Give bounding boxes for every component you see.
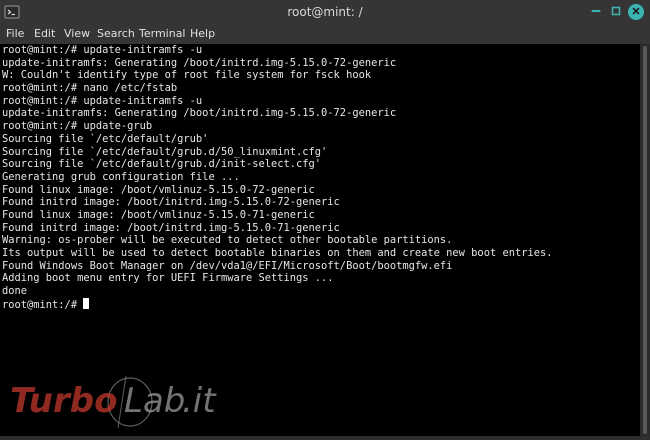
terminal-prompt: root@mint:/# xyxy=(2,298,84,311)
close-icon xyxy=(631,5,641,19)
menu-bar: File Edit View Search Terminal Help xyxy=(0,24,650,44)
terminal-line: Its output will be used to detect bootab… xyxy=(2,247,553,259)
terminal-line: Found initrd image: /boot/initrd.img-5.1… xyxy=(2,196,340,209)
close-button[interactable] xyxy=(628,4,644,20)
terminal-line: root@mint:/# update-initramfs -u xyxy=(2,44,203,56)
terminal-line: Found initrd image: /boot/initrd.img-5.1… xyxy=(2,221,340,234)
text-cursor xyxy=(83,297,90,309)
window-bottom-edge xyxy=(0,436,650,440)
menu-search[interactable]: Search xyxy=(97,27,135,40)
watermark-text-tld: .it xyxy=(182,381,217,421)
terminal-line: Found linux image: /boot/vmlinuz-5.15.0-… xyxy=(2,208,315,221)
terminal-line: Found Windows Boot Manager on /dev/vda1@… xyxy=(2,259,453,272)
terminal-line: Adding boot menu entry for UEFI Firmware… xyxy=(2,272,334,285)
terminal-line: root@mint:/# update-grub xyxy=(2,120,153,133)
turbolab-watermark-logo: Turbo Lab .it xyxy=(8,372,248,432)
scrollbar-thumb[interactable] xyxy=(643,46,647,434)
terminal-line: W: Couldn't identify type of root file s… xyxy=(2,69,372,82)
terminal-line: update-initramfs: Generating /boot/initr… xyxy=(2,107,397,120)
terminal-window: root@mint: / File Edit View Search Termi… xyxy=(0,0,650,440)
minimize-icon xyxy=(591,5,601,19)
watermark-text-lab: Lab xyxy=(124,381,185,421)
terminal-line: Warning: os-prober will be executed to d… xyxy=(2,234,453,247)
maximize-button[interactable] xyxy=(608,4,624,20)
terminal-prompt-line[interactable]: root@mint:/# xyxy=(2,297,640,311)
menu-view[interactable]: View xyxy=(64,27,90,40)
maximize-icon xyxy=(611,5,621,19)
window-title: root@mint: / xyxy=(287,5,363,19)
menu-file[interactable]: File xyxy=(6,27,24,40)
terminal-line: Sourcing file `/etc/default/grub.d/50_li… xyxy=(2,145,328,158)
menu-terminal[interactable]: Terminal xyxy=(139,27,186,40)
menu-edit[interactable]: Edit xyxy=(34,27,55,40)
terminal-line: update-initramfs: Generating /boot/initr… xyxy=(2,56,397,69)
terminal-line: root@mint:/# update-initramfs -u xyxy=(2,94,203,107)
terminal-line: done xyxy=(2,285,28,298)
menu-help[interactable]: Help xyxy=(190,27,215,40)
watermark-text-turbo: Turbo xyxy=(10,381,117,421)
terminal-line: Found linux image: /boot/vmlinuz-5.15.0-… xyxy=(2,183,315,196)
scrollbar[interactable] xyxy=(640,44,650,436)
terminal-line: Sourcing file `/etc/default/grub' xyxy=(2,132,209,145)
terminal-line: Sourcing file `/etc/default/grub.d/init-… xyxy=(2,158,322,171)
title-bar[interactable]: root@mint: / xyxy=(0,0,650,24)
terminal-line: root@mint:/# nano /etc/fstab xyxy=(2,82,178,95)
terminal-line: Generating grub configuration file ... xyxy=(2,170,240,183)
minimize-button[interactable] xyxy=(588,4,604,20)
